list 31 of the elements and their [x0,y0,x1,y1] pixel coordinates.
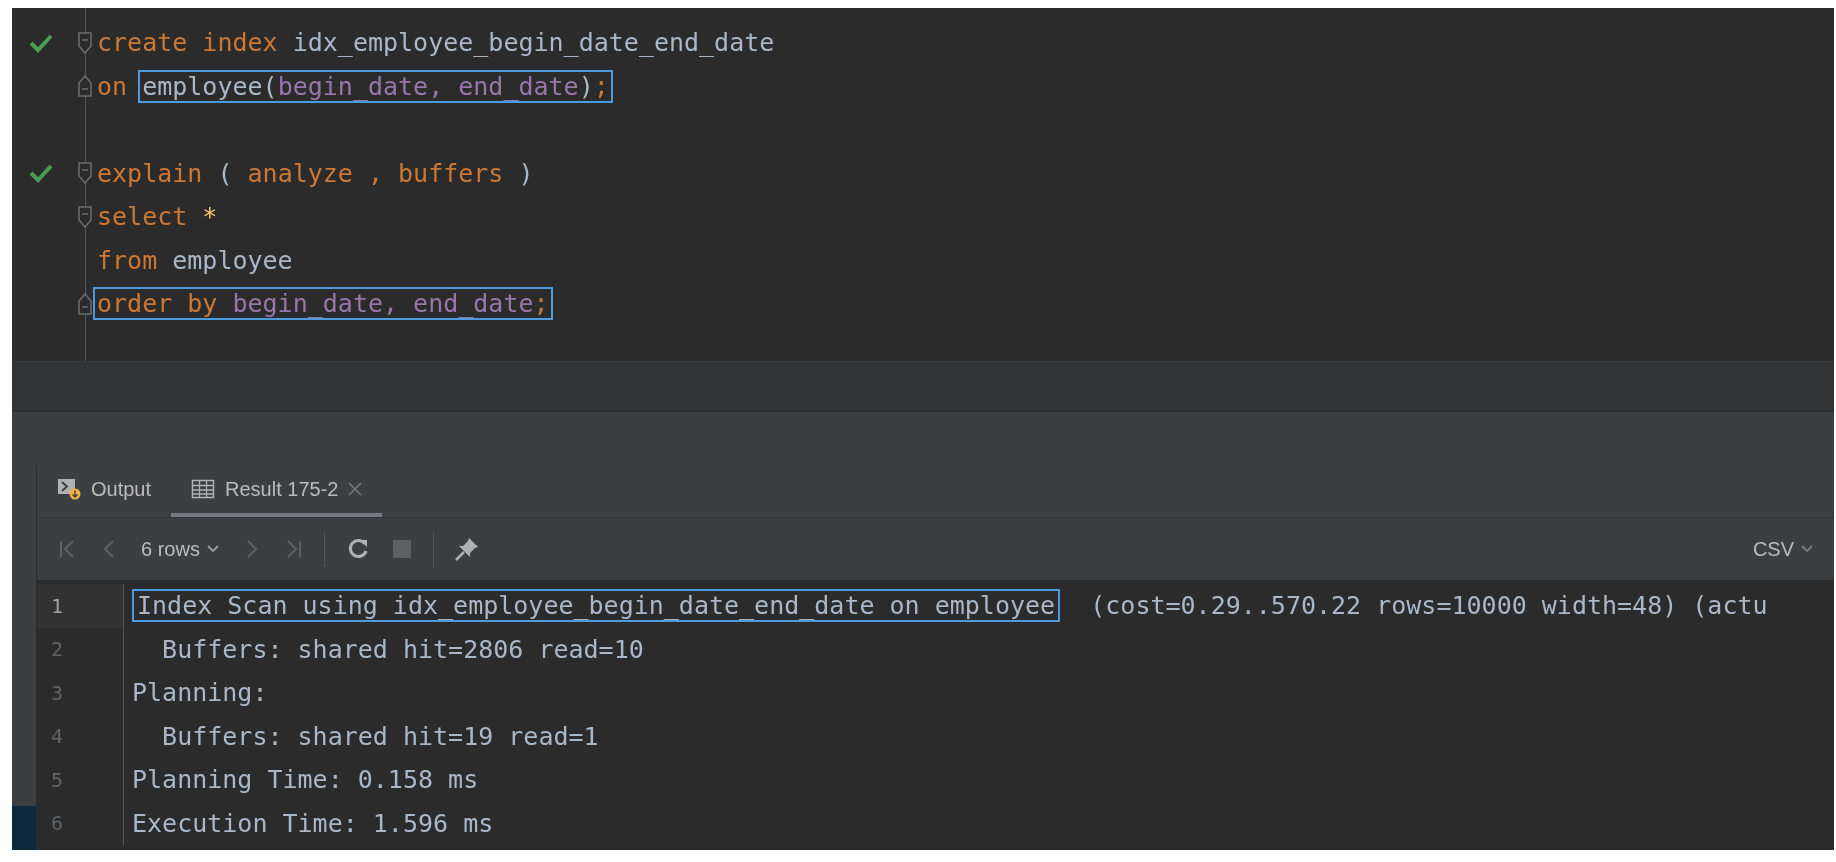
fold-icon[interactable] [78,292,92,315]
line-number: 4 [37,714,124,758]
line-number: 5 [37,758,124,802]
format-dropdown[interactable]: CSV [1752,537,1814,561]
code-line: from employee [96,244,294,277]
selection-highlight [12,806,36,850]
table-icon [191,478,216,500]
output-line: Planning Time: 0.158 ms [131,764,479,797]
code-line: select * [96,201,219,234]
output-line: Buffers: shared hit=19 read=1 [161,720,599,753]
code-line: explain ( analyze , buffers ) [96,157,535,190]
output-line: Planning: [131,677,268,710]
console-icon [57,478,81,500]
caret-icon [205,544,220,554]
output-line: Execution Time: 1.596 ms [131,807,494,840]
pin-icon[interactable] [453,536,480,562]
stop-icon[interactable] [390,538,413,560]
fold-icon[interactable] [78,205,92,228]
output-line: Buffers: shared hit=2806 read=10 [161,633,644,666]
line-number: 6 [37,801,124,845]
fold-icon[interactable] [78,162,92,185]
line-number: 2 [37,627,124,671]
fold-icon[interactable] [78,31,92,54]
line-number: 1 [37,584,124,628]
close-icon[interactable] [348,482,363,496]
fold-icon[interactable] [78,75,92,98]
caret-icon [1800,544,1814,554]
result-tab[interactable]: Output [37,465,172,517]
code-line: create index idx_employee_begin_date_end_date [96,27,776,60]
line-number: 3 [37,671,124,715]
rows-dropdown[interactable]: 6 rows [141,537,220,561]
